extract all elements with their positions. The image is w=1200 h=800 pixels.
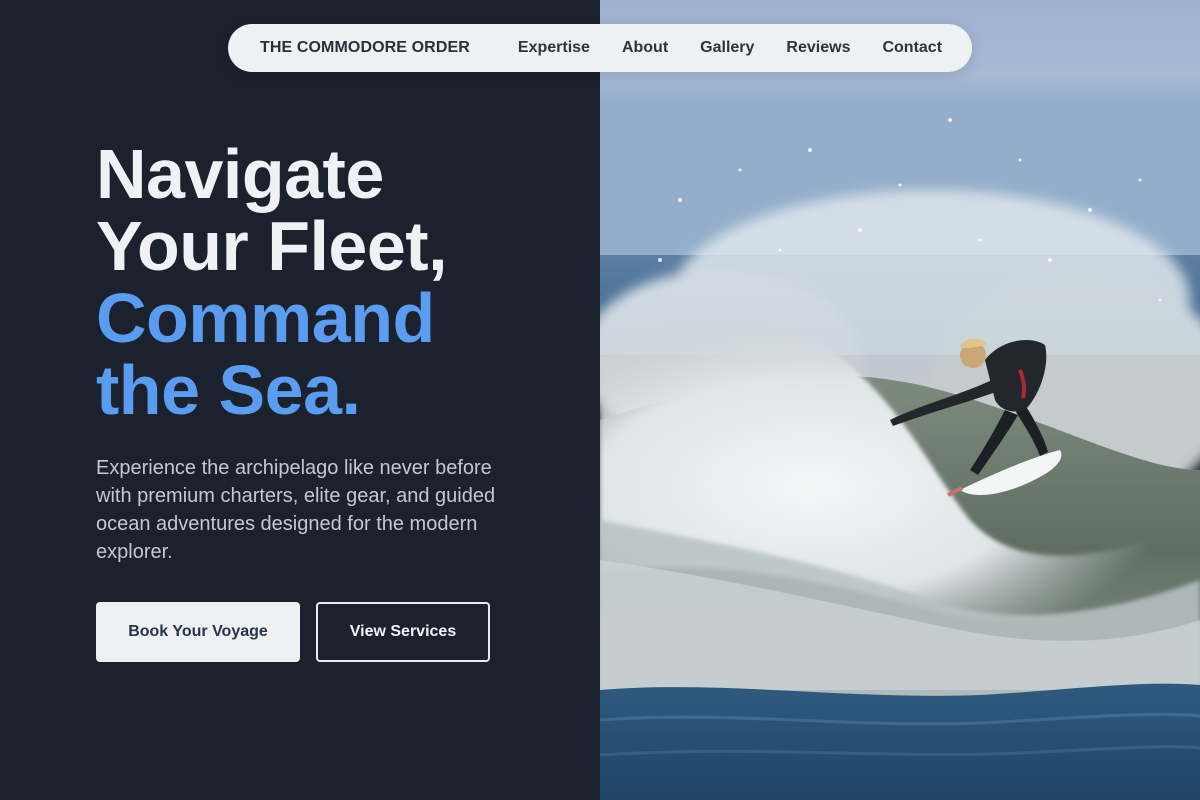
- headline-line-2: Your Fleet,: [96, 207, 448, 285]
- hero-image: [600, 0, 1200, 800]
- hero-headline: Navigate Your Fleet, Command the Sea.: [96, 138, 556, 426]
- nav-link-about[interactable]: About: [622, 39, 668, 57]
- nav-link-contact[interactable]: Contact: [882, 39, 942, 57]
- book-voyage-button[interactable]: Book Your Voyage: [96, 602, 300, 662]
- nav-link-gallery[interactable]: Gallery: [700, 39, 754, 57]
- hero-actions: Book Your Voyage View Services: [96, 602, 490, 662]
- view-services-button[interactable]: View Services: [316, 602, 490, 662]
- headline-accent-line-1: Command: [96, 279, 435, 357]
- nav-links: Expertise About Gallery Reviews Contact: [518, 39, 942, 57]
- headline-line-1: Navigate: [96, 135, 384, 213]
- brand-logo-text[interactable]: THE COMMODORE ORDER: [260, 39, 470, 57]
- hero-description: Experience the archipelago like never be…: [96, 457, 496, 563]
- nav-link-expertise[interactable]: Expertise: [518, 39, 590, 57]
- top-navigation: THE COMMODORE ORDER Expertise About Gall…: [228, 24, 972, 72]
- hero-content: Navigate Your Fleet, Command the Sea. Ex…: [96, 138, 556, 566]
- landing-page: THE COMMODORE ORDER Expertise About Gall…: [0, 0, 1200, 800]
- nav-link-reviews[interactable]: Reviews: [786, 39, 850, 57]
- headline-accent-line-2: the Sea.: [96, 351, 361, 429]
